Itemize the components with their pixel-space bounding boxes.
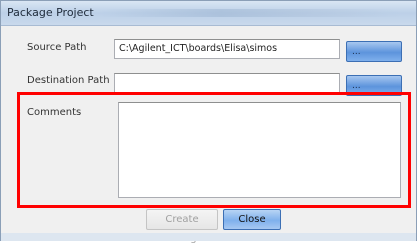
- source-path-label: Source Path: [27, 42, 87, 53]
- source-browse-button[interactable]: ...: [346, 41, 402, 62]
- close-button[interactable]: Close: [223, 209, 281, 230]
- create-package-button[interactable]: Create Package: [146, 209, 218, 244]
- window-bottom-edge: [1, 233, 416, 241]
- comments-highlight-box: [17, 92, 411, 208]
- title-bar[interactable]: Package Project: [1, 1, 416, 26]
- title-bar-blurred-area: [101, 9, 401, 17]
- window-title: Package Project: [7, 6, 94, 19]
- destination-path-label: Destination Path: [27, 75, 110, 86]
- source-path-field[interactable]: C:\Agilent_ICT\boards\Elisa\simos: [114, 39, 340, 59]
- destination-path-field[interactable]: [114, 73, 340, 93]
